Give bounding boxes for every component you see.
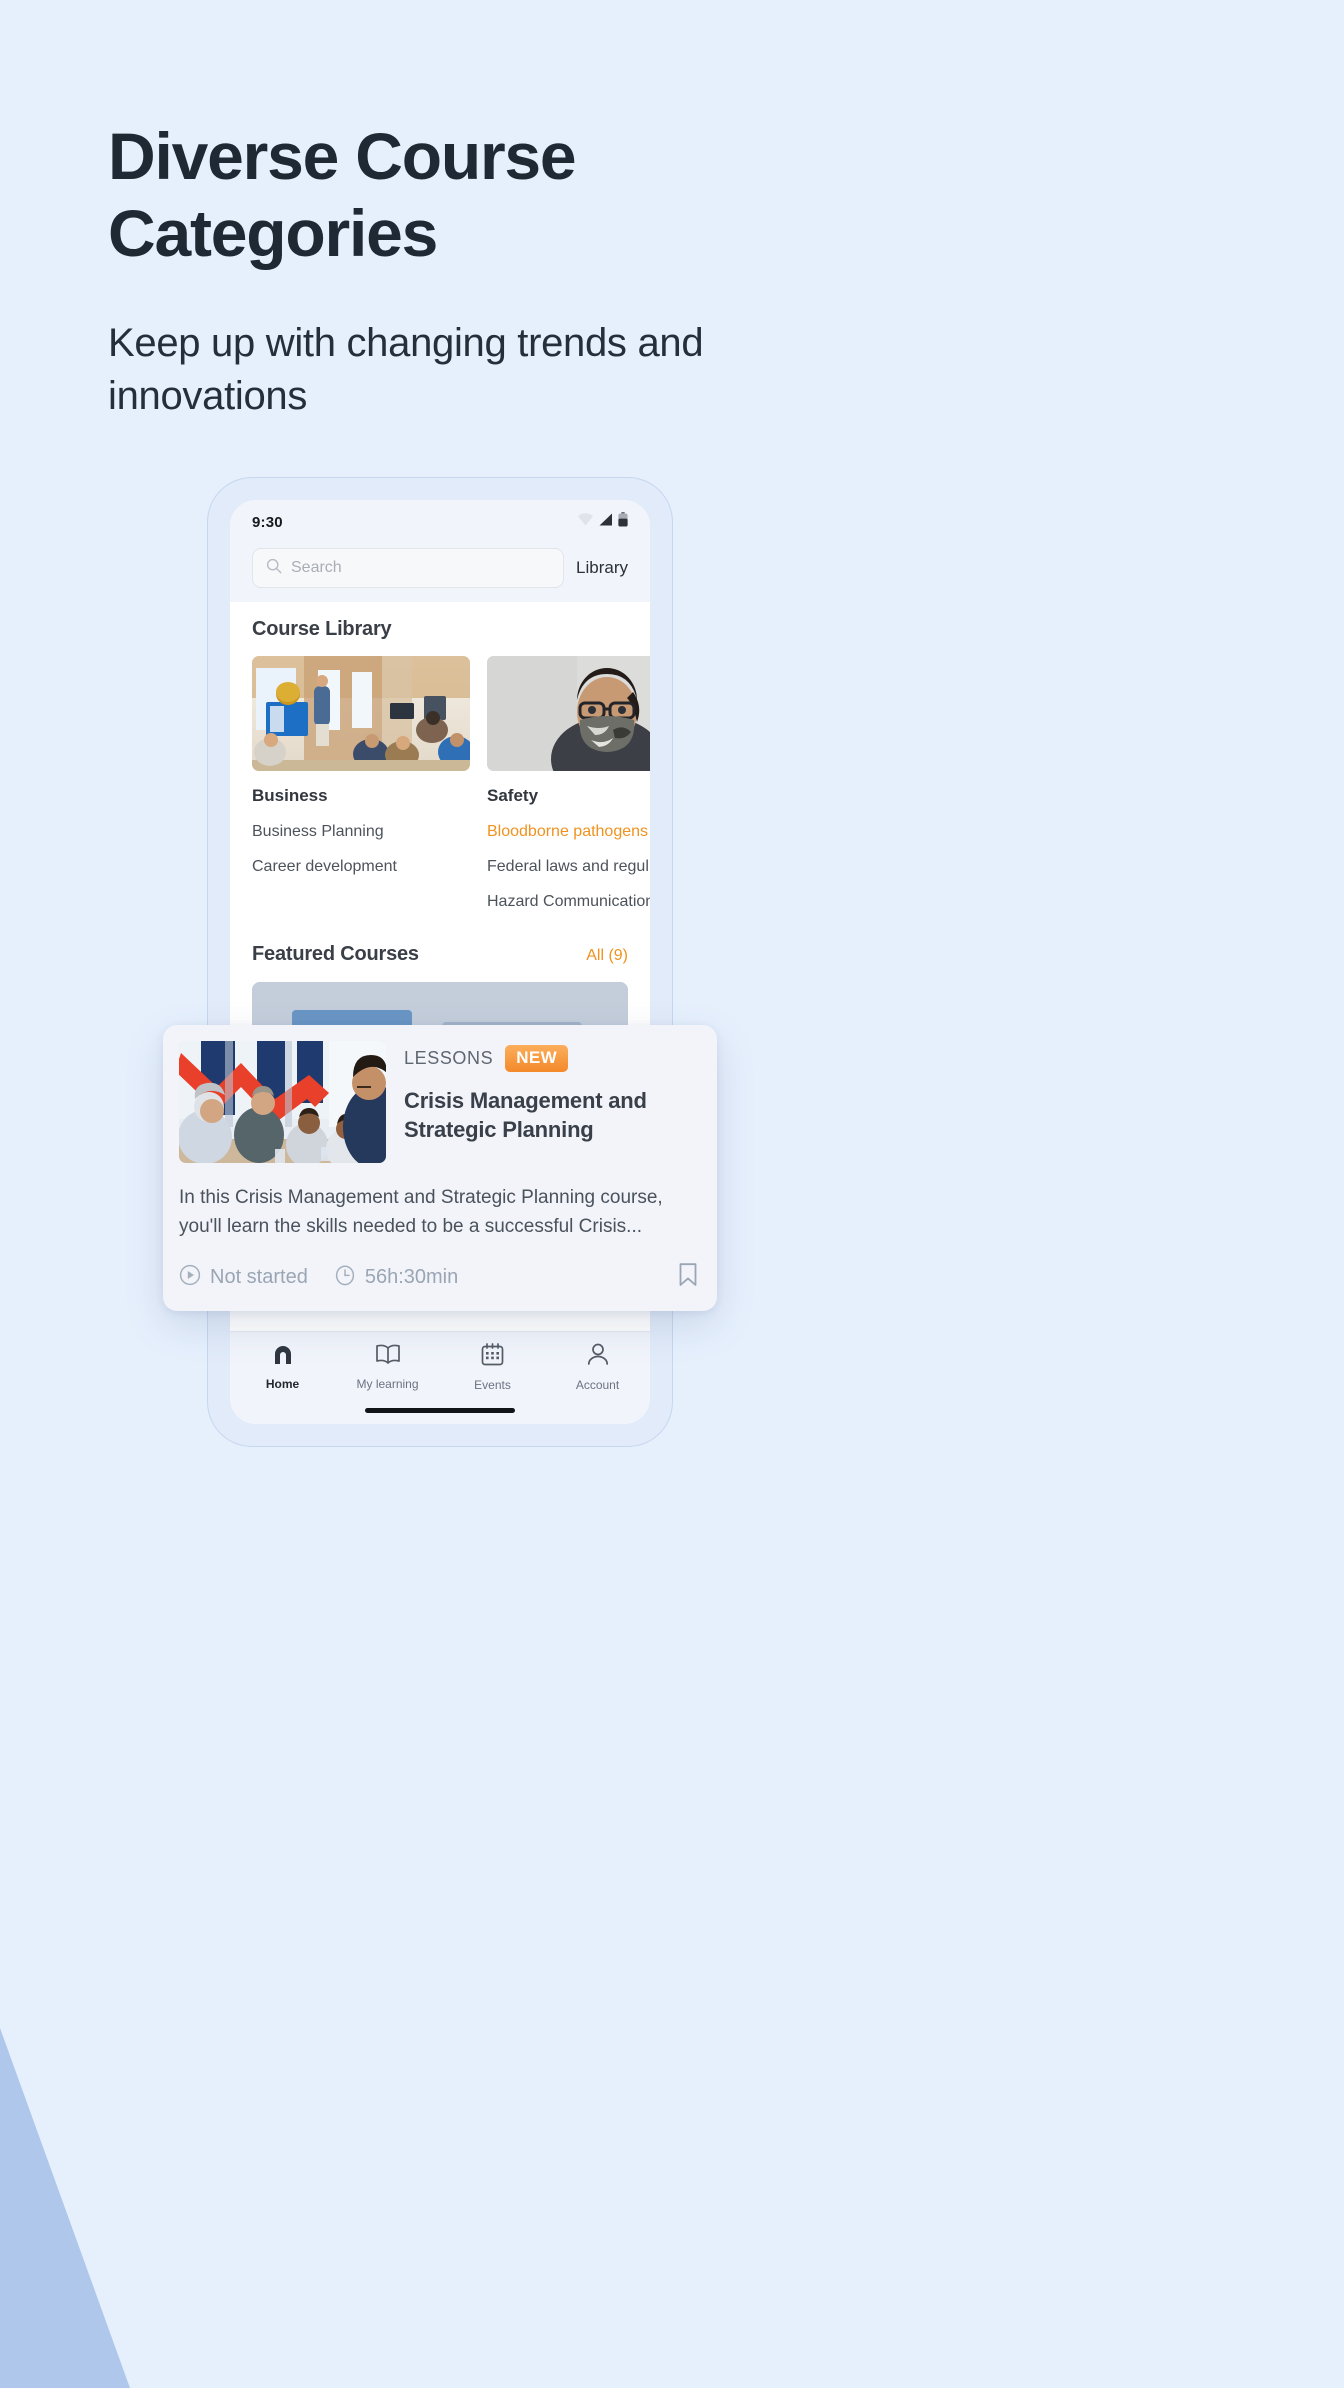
category-item[interactable]: Federal laws and regul... — [487, 858, 650, 876]
nav-label: Account — [575, 1378, 620, 1392]
course-card-description: In this Crisis Management and Strategic … — [179, 1187, 663, 1238]
nav-item-home[interactable]: Home — [230, 1343, 335, 1392]
person-icon — [587, 1343, 609, 1371]
hero-section: Diverse Course Categories Keep up with c… — [108, 118, 1108, 423]
home-indicator — [365, 1408, 515, 1413]
page-title: Diverse Course Categories — [108, 119, 577, 270]
course-duration-label: 56h:30min — [364, 1265, 459, 1288]
status-bar: 9:30 — [230, 500, 650, 544]
search-placeholder: Search — [291, 559, 342, 576]
page-subtitle: Keep up with changing trends and innovat… — [108, 321, 704, 419]
featured-courses-header: Featured Courses All (9) — [252, 943, 628, 966]
course-status-label: Not started — [210, 1265, 308, 1288]
course-card-thumbnail — [179, 1041, 386, 1163]
search-row: Search Library — [230, 544, 650, 602]
category-item[interactable]: Hazard Communication — [487, 893, 650, 911]
category-name: Safety — [487, 786, 539, 805]
status-time: 9:30 — [252, 513, 283, 531]
nav-label: Home — [265, 1377, 300, 1391]
library-link[interactable]: Library — [576, 558, 628, 578]
search-input[interactable]: Search — [252, 548, 565, 588]
search-icon — [266, 558, 282, 579]
featured-courses-title: Featured Courses — [252, 943, 419, 965]
category-item[interactable]: Business Planning — [252, 823, 470, 841]
course-status: Not started — [179, 1264, 308, 1291]
status-icons — [577, 512, 628, 532]
battery-icon — [618, 512, 628, 532]
category-thumbnail-business — [252, 656, 470, 771]
wifi-icon — [577, 513, 594, 531]
nav-label: Events — [474, 1378, 511, 1392]
course-library-title: Course Library — [252, 618, 392, 640]
course-duration: 56h:30min — [334, 1264, 458, 1291]
home-icon — [271, 1343, 295, 1370]
course-card-footer: Not started 56h:30min — [179, 1262, 699, 1293]
category-name: Business — [252, 786, 328, 805]
category-column-business[interactable]: Business Business Planning Career develo… — [252, 656, 470, 911]
nav-label: My learning — [356, 1377, 419, 1391]
cellular-signal-icon — [599, 513, 613, 531]
calendar-icon — [481, 1343, 504, 1371]
category-column-safety[interactable]: Safety Bloodborne pathogens Federal laws… — [487, 656, 650, 911]
category-grid: Business Business Planning Career develo… — [252, 656, 650, 911]
book-icon — [375, 1343, 401, 1370]
nav-item-events[interactable]: Events — [440, 1343, 545, 1392]
nav-item-my-learning[interactable]: My learning — [335, 1343, 440, 1392]
clock-icon — [334, 1264, 356, 1291]
featured-all-link[interactable]: All (9) — [586, 947, 628, 965]
bookmark-icon[interactable] — [677, 1262, 699, 1293]
nav-item-account[interactable]: Account — [545, 1343, 650, 1392]
category-thumbnail-safety — [487, 656, 650, 771]
course-card-kicker: LESSONS — [404, 1048, 494, 1068]
course-card[interactable]: LESSONS NEW Crisis Management and Strate… — [163, 1025, 717, 1311]
category-item[interactable]: Career development — [252, 858, 470, 876]
status-badge: NEW — [505, 1045, 569, 1072]
course-card-title: Crisis Management and Strategic Planning — [404, 1088, 647, 1143]
decorative-corner-wedge — [0, 1868, 250, 2388]
category-item[interactable]: Bloodborne pathogens — [487, 823, 650, 841]
play-circle-icon — [179, 1264, 201, 1291]
bottom-navigation: Home My learning Events Account — [230, 1331, 650, 1424]
